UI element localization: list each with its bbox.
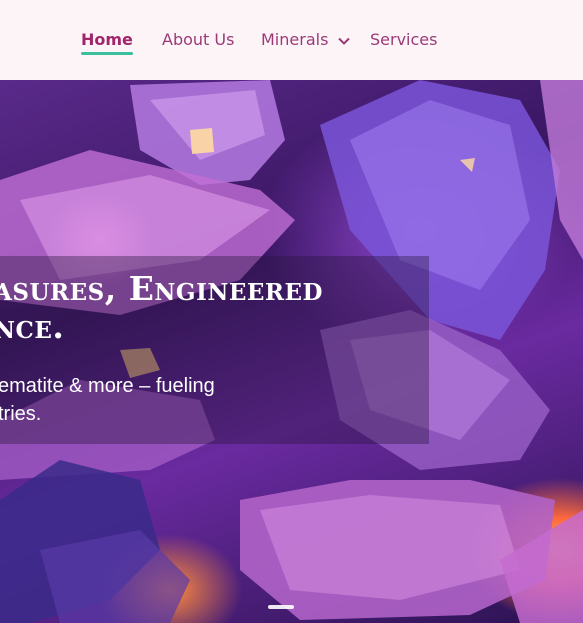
hero-subtext-line1: ematite & more – fueling <box>0 375 215 397</box>
hero-headline-line1: asures, Engineered <box>0 269 323 308</box>
chevron-down-icon <box>337 37 350 45</box>
hero-subtext: ematite & more – fueling tries. <box>0 372 215 428</box>
top-navigation: Home About Us Minerals Services <box>0 0 583 80</box>
slider-indicator[interactable] <box>268 605 294 609</box>
nav-minerals-dropdown[interactable]: Minerals <box>261 30 350 50</box>
nav-about-link[interactable]: About Us <box>162 30 234 50</box>
hero-banner: asures, Engineered nce. ematite & more –… <box>0 80 583 623</box>
hero-headline: asures, Engineered nce. <box>0 270 323 346</box>
hero-subtext-line2: tries. <box>0 403 42 425</box>
nav-services-label: Services <box>370 30 438 49</box>
nav-services-link[interactable]: Services <box>370 30 437 50</box>
nav-home-label: Home <box>81 30 133 49</box>
nav-home-link[interactable]: Home <box>81 30 133 55</box>
nav-minerals-label: Minerals <box>261 30 329 49</box>
hero-headline-line2: nce. <box>0 307 65 346</box>
nav-about-label: About Us <box>162 30 235 49</box>
active-underline <box>81 52 133 55</box>
